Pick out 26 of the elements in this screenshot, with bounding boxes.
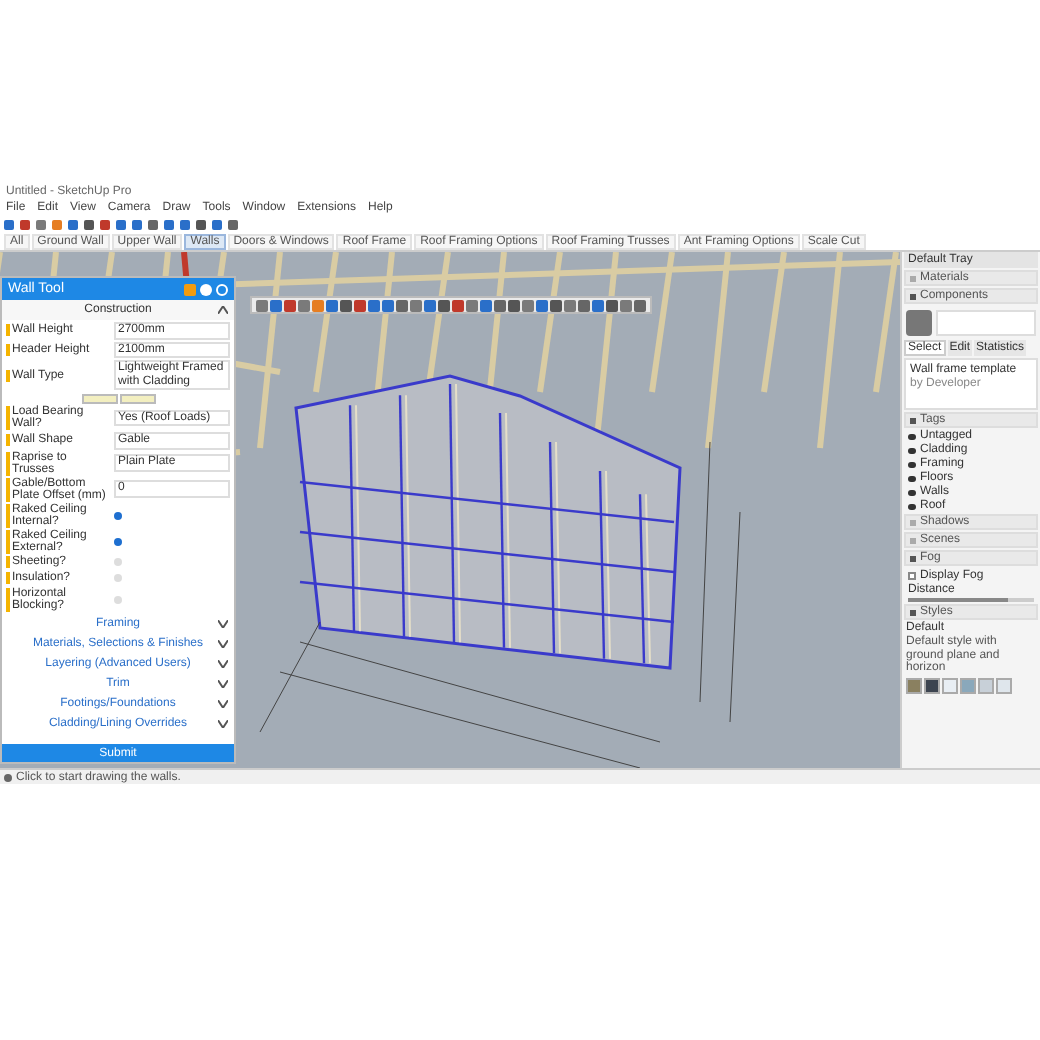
eye-icon[interactable] (908, 503, 916, 509)
checkbox[interactable] (114, 595, 122, 603)
style-swatch[interactable] (996, 677, 1012, 693)
checkbox[interactable] (114, 574, 122, 582)
checkbox[interactable] (114, 511, 122, 519)
eye-icon[interactable] (908, 461, 916, 467)
style-swatch[interactable] (924, 677, 940, 693)
expand-icon (910, 417, 916, 423)
expand-icon (910, 609, 916, 615)
eye-icon[interactable] (908, 489, 916, 495)
checkbox[interactable] (908, 571, 916, 579)
toggle-segment[interactable] (81, 393, 117, 403)
eye-icon[interactable] (908, 447, 916, 453)
style-swatch[interactable] (978, 677, 994, 693)
component-thumbnail (906, 309, 932, 335)
checkbox[interactable] (114, 558, 122, 566)
style-swatch[interactable] (906, 677, 922, 693)
toggle-segment[interactable] (119, 393, 155, 403)
eye-icon[interactable] (908, 475, 916, 481)
checkbox[interactable] (114, 537, 122, 545)
style-swatch[interactable] (942, 677, 958, 693)
style-swatch[interactable] (960, 677, 976, 693)
wall-frame-drawing[interactable] (294, 374, 682, 670)
eye-icon[interactable] (908, 433, 916, 439)
component-description-field[interactable] (936, 309, 1036, 335)
info-icon (4, 773, 12, 781)
